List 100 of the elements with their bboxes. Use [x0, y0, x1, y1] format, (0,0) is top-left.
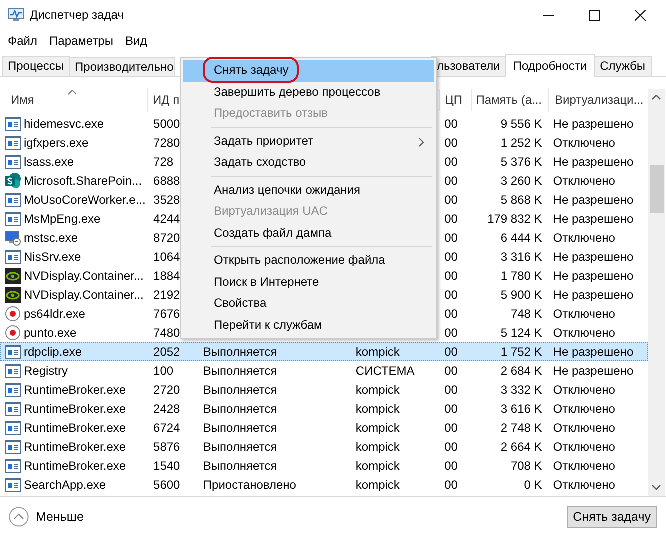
user-cell: kompick — [356, 402, 400, 416]
virtualization-cell: Отключено — [553, 402, 616, 416]
process-name-cell: NisSrv.exe — [24, 250, 82, 264]
status-cell: Выполняется — [203, 344, 278, 358]
context-menu-item[interactable]: Открыть расположение файла — [183, 250, 434, 272]
cpu-cell: 00 — [444, 154, 458, 168]
window-icon — [5, 364, 21, 378]
scroll-up-icon[interactable] — [652, 95, 661, 100]
cpu-cell: 00 — [444, 268, 458, 282]
window-icon — [5, 440, 21, 454]
cpu-cell: 00 — [444, 420, 458, 434]
window-icon — [5, 458, 21, 472]
pid-cell: 2720 — [154, 382, 180, 396]
memory-cell: 5 124 K — [500, 326, 542, 340]
menu-bar-item[interactable]: Параметры — [44, 34, 120, 48]
process-name-cell: RuntimeBroker.exe — [24, 440, 126, 454]
window-title: Диспетчер задач — [30, 8, 124, 22]
tab[interactable]: Подробности — [505, 54, 596, 77]
tab[interactable]: Службы — [594, 56, 652, 76]
menu-bar-item[interactable]: Файл — [2, 34, 44, 48]
column-header[interactable]: Виртуализаци... — [555, 93, 644, 107]
menu-bar-item[interactable]: Вид — [119, 34, 154, 48]
window-icon — [5, 344, 21, 358]
column-header[interactable]: Имя — [11, 93, 34, 107]
virtualization-cell: Отключено — [553, 382, 616, 396]
context-menu-item[interactable]: Анализ цепочки ожидания — [183, 180, 434, 201]
end-task-button[interactable]: Снять задачу — [567, 506, 657, 528]
user-cell: kompick — [356, 420, 400, 434]
window-icon — [5, 154, 21, 168]
pid-cell: 1064 — [154, 250, 180, 264]
virtualization-cell: Отключено — [553, 174, 616, 188]
process-name-cell: Microsoft.SharePoin... — [24, 174, 142, 188]
virtualization-cell: Отключено — [553, 478, 616, 492]
memory-cell: 3 316 K — [500, 250, 542, 264]
status-cell: Выполняется — [203, 420, 278, 434]
tab[interactable]: Производительно — [69, 57, 176, 76]
collapse-chevron-icon[interactable] — [9, 506, 29, 526]
status-cell: Выполняется — [203, 382, 278, 396]
cpu-cell: 00 — [444, 364, 458, 378]
window-icon — [5, 420, 21, 434]
user-cell: kompick — [356, 458, 400, 472]
cpu-cell: 00 — [444, 458, 458, 472]
pid-cell: 6888 — [154, 174, 180, 188]
pid-cell: 1884 — [154, 268, 180, 282]
cpu-cell: 00 — [444, 174, 458, 188]
context-menu-item[interactable]: Создать файл дампа — [183, 222, 434, 244]
pid-cell: 4244 — [154, 212, 180, 226]
vertical-scrollbar[interactable] — [648, 89, 665, 496]
pid-cell: 6724 — [154, 420, 180, 434]
selected-table-row[interactable]: rdpclip.exe 2052 Выполняется kompick 00 1 752 K Не разрешено — [0, 342, 648, 361]
task-manager-icon — [8, 8, 24, 22]
window-icon — [5, 136, 21, 150]
process-name-cell: ps64ldr.exe — [24, 306, 86, 320]
context-menu-item[interactable]: Поиск в Интернете — [183, 272, 434, 293]
virtualization-cell: Отключено — [553, 326, 616, 340]
memory-cell: 708 K — [510, 458, 542, 472]
pid-cell: 5000 — [154, 116, 180, 130]
context-menu-item[interactable]: Снять задачу — [183, 60, 434, 82]
context-menu-item[interactable]: Завершить дерево процессов — [183, 82, 434, 103]
process-name-cell: lsass.exe — [24, 154, 74, 168]
virtualization-cell: Отключено — [553, 440, 616, 454]
virtualization-cell: Не разрешено — [553, 116, 634, 130]
memory-cell: 3 332 K — [500, 382, 542, 396]
close-icon[interactable] — [635, 10, 646, 20]
cpu-cell: 00 — [444, 402, 458, 416]
context-menu-item[interactable]: Задать сходство — [183, 152, 434, 174]
pid-cell: 3528 — [154, 192, 180, 206]
process-name-cell: MoUsoCoreWorker.e... — [24, 192, 146, 206]
memory-cell: 3 616 K — [500, 402, 542, 416]
virtualization-cell: Отключено — [553, 230, 616, 244]
status-cell: Приостановлено — [203, 478, 296, 492]
pid-cell: 7280 — [154, 136, 180, 150]
memory-cell: 748 K — [510, 306, 542, 320]
pid-cell: 5876 — [154, 440, 180, 454]
context-menu-item[interactable]: Свойства — [183, 293, 434, 314]
window-icon — [5, 478, 21, 492]
nvidia-eye-icon — [5, 268, 21, 284]
memory-cell: 3 260 K — [500, 174, 542, 188]
virtualization-cell: Не разрешено — [553, 288, 634, 302]
pid-cell: 5600 — [154, 478, 180, 492]
cpu-cell: 00 — [444, 116, 458, 130]
maximize-icon[interactable] — [589, 10, 600, 20]
cpu-cell: 00 — [444, 192, 458, 206]
cpu-cell: 00 — [444, 440, 458, 454]
column-header[interactable]: Память (а... — [476, 93, 542, 107]
context-menu-item[interactable]: Перейти к службам — [183, 314, 434, 336]
scroll-down-icon[interactable] — [652, 485, 661, 490]
virtualization-cell: Не разрешено — [553, 364, 634, 378]
scrollbar-thumb[interactable] — [650, 165, 664, 213]
pid-cell: 100 — [154, 364, 174, 378]
column-header[interactable]: ЦП — [445, 93, 463, 107]
record-icon — [5, 324, 21, 340]
window-icon — [5, 382, 21, 396]
context-menu-item[interactable]: Задать приоритет — [183, 130, 434, 152]
fewer-details-link[interactable]: Меньше — [36, 510, 84, 524]
virtualization-cell: Отключено — [553, 306, 616, 320]
column-header[interactable]: ИД п — [153, 93, 180, 107]
tab[interactable]: Процессы — [2, 56, 70, 76]
remote-desktop-icon — [5, 230, 21, 246]
tab[interactable]: льзователи — [431, 56, 506, 76]
